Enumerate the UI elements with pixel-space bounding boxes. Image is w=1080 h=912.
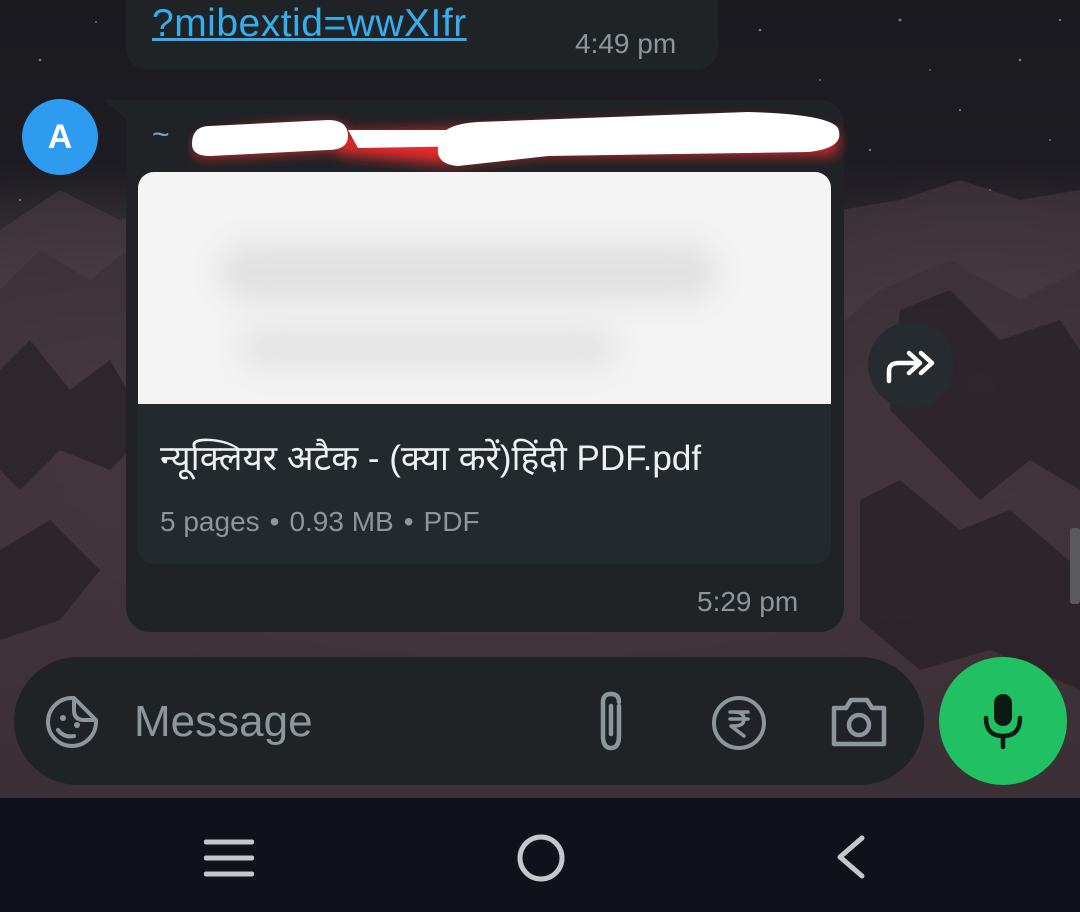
document-type: PDF [423,506,480,537]
camera-icon[interactable] [828,694,890,750]
paperclip-icon[interactable] [586,690,636,754]
document-message-time: 5:29 pm [697,586,799,617]
voice-record-button[interactable] [939,657,1067,785]
home-icon[interactable] [515,832,567,884]
avatar-letter: A [47,117,73,156]
recents-icon[interactable] [204,838,254,878]
sender-name-prefix: ~ [152,118,170,151]
rupee-icon[interactable] [710,694,768,752]
document-card[interactable]: न्यूक्लियर अटैक - (क्या करें)हिंदी PDF.p… [138,172,831,564]
document-meta: 5 pages • 0.93 MB • PDF [160,506,480,538]
message-input[interactable] [134,690,554,754]
document-file-name: न्यूक्लियर अटैक - (क्या करें)हिंदी PDF.p… [160,439,702,478]
message-link[interactable]: ?mibextid=wwXIfr [152,2,467,46]
emoji-sticker-icon[interactable] [44,694,100,750]
document-page-count: 5 pages [160,506,260,537]
meta-separator: • [403,506,414,537]
preview-blurred-content [218,242,718,302]
document-size: 0.93 MB [289,506,394,537]
preview-blurred-content [238,322,618,372]
scrollbar-thumb[interactable] [1070,528,1080,604]
meta-separator: • [269,506,280,537]
sender-avatar[interactable]: A [22,99,98,175]
document-preview-thumbnail[interactable] [138,172,831,404]
back-icon[interactable] [832,834,868,880]
forward-button[interactable] [868,322,954,408]
redacted-sender-name [192,112,840,166]
forward-icon [886,350,935,384]
previous-message-time: 4:49 pm [575,28,677,59]
microphone-icon [983,694,1023,750]
